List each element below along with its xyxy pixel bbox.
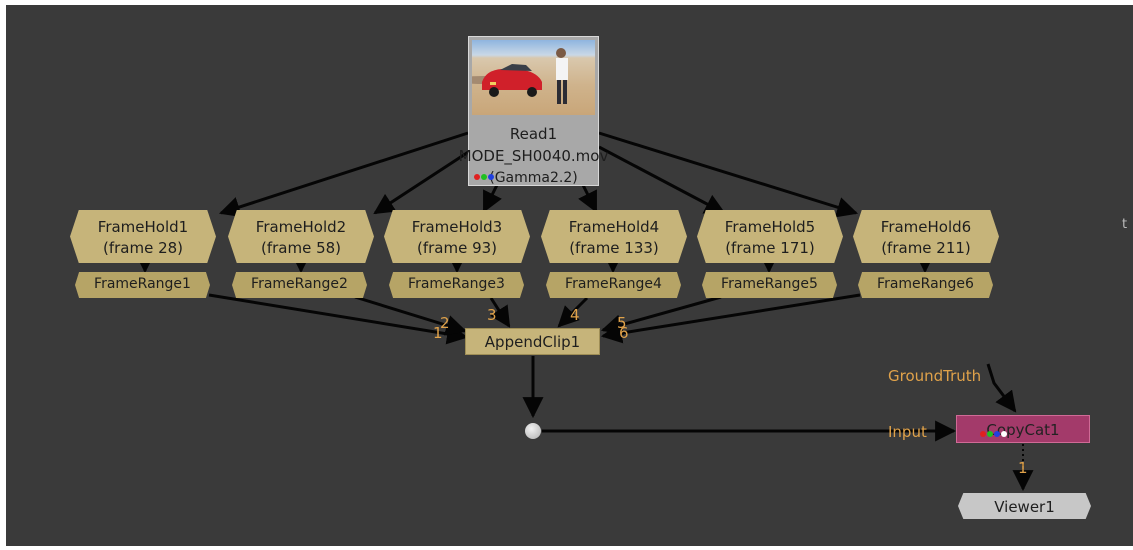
appendclip-node[interactable]: AppendClip1 <box>465 328 600 355</box>
framehold-frame: (frame 28) <box>102 239 184 257</box>
framerange-name: FrameRange5 <box>721 276 818 292</box>
dot-node[interactable] <box>525 423 541 439</box>
input-port-label: Input <box>888 423 927 441</box>
append-input-number-2: 2 <box>440 314 450 332</box>
framerange-node-5[interactable]: FrameRange5 <box>702 272 837 298</box>
framerange-node-4[interactable]: FrameRange4 <box>546 272 681 298</box>
framehold-node-2[interactable]: FrameHold2 (frame 58) <box>228 210 374 263</box>
framehold-node-5[interactable]: FrameHold5 (frame 171) <box>697 210 843 263</box>
append-input-number-3: 3 <box>487 306 497 324</box>
framerange-node-3[interactable]: FrameRange3 <box>389 272 524 298</box>
groundtruth-input-label: GroundTruth <box>888 367 982 385</box>
copycat-name: CopyCat1 <box>986 421 1060 439</box>
framehold-frame: (frame 58) <box>260 239 342 257</box>
framerange-name: FrameRange4 <box>565 276 662 292</box>
framehold-node-6[interactable]: FrameHold6 (frame 211) <box>853 210 999 263</box>
framehold-name: FrameHold1 <box>97 218 189 236</box>
channel-indicator-icon <box>980 431 1007 437</box>
read-node-filename: MODE_SH0040.mov <box>458 147 609 165</box>
read-thumbnail-image <box>472 40 595 115</box>
framerange-node-2[interactable]: FrameRange2 <box>232 272 367 298</box>
append-input-number-6: 6 <box>619 324 629 342</box>
wire-groundtruth-copycat <box>986 363 1017 413</box>
framehold-frame: (frame 93) <box>416 239 498 257</box>
viewer-node[interactable]: Viewer1 <box>958 493 1091 519</box>
framehold-node-1[interactable]: FrameHold1 (frame 28) <box>70 210 216 263</box>
framerange-name: FrameRange2 <box>251 276 348 292</box>
framerange-node-1[interactable]: FrameRange1 <box>75 272 210 298</box>
framehold-frame: (frame 171) <box>725 239 815 257</box>
framehold-node-4[interactable]: FrameHold4 (frame 133) <box>541 210 687 263</box>
framerange-name: FrameRange3 <box>408 276 505 292</box>
read-node-title: Read1 <box>509 125 558 143</box>
framehold-name: FrameHold4 <box>568 218 660 236</box>
wire-fr1-append <box>208 293 469 345</box>
viewer-name: Viewer1 <box>994 498 1055 516</box>
appendclip-name: AppendClip1 <box>484 333 581 351</box>
framerange-name: FrameRange1 <box>94 276 191 292</box>
framehold-node-3[interactable]: FrameHold3 (frame 93) <box>384 210 530 263</box>
wire-read-framehold1 <box>219 131 469 218</box>
framehold-name: FrameHold6 <box>880 218 972 236</box>
wire-fr6-append <box>600 293 861 344</box>
read-channel-indicator-icon <box>474 174 494 180</box>
car-person-thumbnail-icon <box>472 48 568 104</box>
offscreen-node-text: t <box>1122 217 1128 232</box>
wire-read-framehold6 <box>598 131 859 218</box>
framehold-name: FrameHold5 <box>724 218 816 236</box>
framerange-node-6[interactable]: FrameRange6 <box>858 272 993 298</box>
read-node[interactable]: Read1 MODE_SH0040.mov (Gamma2.2) <box>459 36 608 186</box>
framehold-name: FrameHold2 <box>255 218 347 236</box>
framerange-name: FrameRange6 <box>877 276 974 292</box>
framehold-frame: (frame 211) <box>881 239 971 257</box>
append-input-number-4: 4 <box>570 306 580 324</box>
copycat-output-number: 1 <box>1018 459 1028 477</box>
framehold-name: FrameHold3 <box>411 218 503 236</box>
framehold-frame: (frame 133) <box>569 239 659 257</box>
node-graph-canvas[interactable]: Read1 MODE_SH0040.mov (Gamma2.2) FrameHo… <box>6 5 1133 546</box>
copycat-node[interactable]: CopyCat1 <box>956 415 1090 443</box>
